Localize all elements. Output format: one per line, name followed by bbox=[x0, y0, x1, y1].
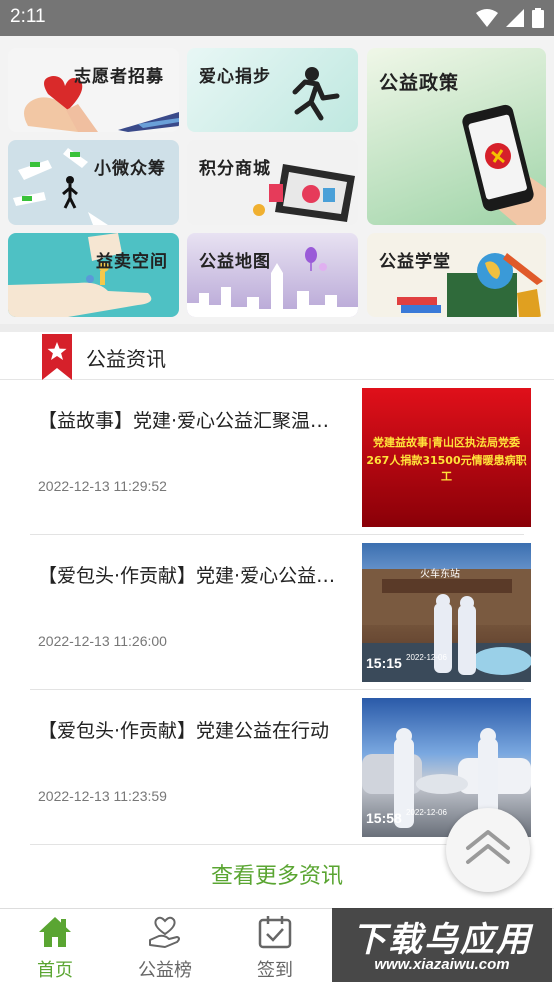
calendar-check-icon bbox=[258, 916, 292, 949]
tile-love-steps[interactable]: 爱心捐步 bbox=[187, 48, 358, 132]
nav-label-ranking: 公益榜 bbox=[138, 960, 192, 981]
nav-home[interactable]: 首页 bbox=[0, 909, 110, 986]
tile-charity-school[interactable]: 公益学堂 bbox=[367, 233, 546, 317]
status-bar: 2:11 bbox=[0, 0, 554, 36]
bookmark-star-icon bbox=[42, 334, 72, 380]
tile-label-volunteer: 志愿者招募 bbox=[74, 67, 164, 87]
news-time: 2022-12-13 11:26:00 bbox=[38, 633, 167, 649]
heart-hand-icon bbox=[149, 916, 180, 948]
divider-band bbox=[0, 324, 554, 332]
thumb-caption-line: 党建益故事|青山区执法局党委 bbox=[372, 436, 521, 449]
news-section-header: 公益资讯 bbox=[0, 332, 554, 380]
volunteer-hearts-icon bbox=[24, 76, 179, 132]
tile-label-charity-sale: 益卖空间 bbox=[96, 252, 168, 272]
news-section-title: 公益资讯 bbox=[86, 347, 166, 371]
status-icons bbox=[476, 8, 544, 28]
shopping-laptop-icon bbox=[253, 164, 355, 222]
tile-policy[interactable]: 公益政策 bbox=[367, 48, 546, 225]
wifi-icon bbox=[476, 9, 498, 27]
news-title: 【爱包头·作贡献】党建·爱心公益在行动 bbox=[38, 565, 338, 587]
tile-points-mall[interactable]: 积分商城 bbox=[187, 140, 358, 225]
tile-label-crowdfunding: 小微众筹 bbox=[94, 159, 166, 179]
news-item[interactable]: 【益故事】党建·爱心公益汇聚温暖力量 2022-12-13 11:29:52 党… bbox=[30, 380, 531, 535]
battery-icon bbox=[532, 8, 544, 28]
nav-checkin[interactable]: 签到 bbox=[220, 909, 330, 986]
thumb-clock-text: 15:15 bbox=[366, 655, 402, 671]
news-time: 2022-12-13 11:29:52 bbox=[38, 478, 167, 494]
news-thumbnail: 火车东站 15:15 2022-12-06 bbox=[362, 543, 531, 682]
news-title: 【益故事】党建·爱心公益汇聚温暖力量 bbox=[38, 410, 338, 432]
thumb-date-text: 2022-12-06 bbox=[406, 653, 447, 662]
watermark: 下载乌应用 www.xiazaiwu.com bbox=[332, 908, 552, 982]
tile-label-charity-map: 公益地图 bbox=[199, 252, 271, 272]
news-thumbnail: 党建益故事|青山区执法局党委 267人捐款31500元情暖患病职工 bbox=[362, 388, 531, 527]
tile-crowdfunding[interactable]: 小微众筹 bbox=[8, 140, 179, 225]
home-icon bbox=[39, 917, 71, 947]
nav-ranking[interactable]: 公益榜 bbox=[110, 909, 220, 986]
news-title: 【爱包头·作贡献】党建公益在行动 bbox=[38, 720, 330, 742]
watermark-main: 下载乌应用 bbox=[352, 920, 532, 960]
tile-label-points-mall: 积分商城 bbox=[199, 159, 271, 179]
thumb-caption-line: 267人捐款31500元情暖患病职工 bbox=[366, 454, 527, 483]
status-time: 2:11 bbox=[10, 6, 46, 27]
tile-label-charity-school: 公益学堂 bbox=[379, 252, 451, 272]
hand-keys-icon bbox=[8, 233, 152, 317]
nav-label-checkin: 签到 bbox=[257, 960, 293, 981]
thumb-date-text: 2022-12-06 bbox=[406, 808, 447, 817]
watermark-sub: www.xiazaiwu.com bbox=[374, 956, 510, 973]
news-item[interactable]: 【爱包头·作贡献】党建·爱心公益在行动 2022-12-13 11:26:00 … bbox=[30, 535, 531, 690]
thumb-clock-text: 15:58 bbox=[366, 810, 402, 826]
tile-charity-map[interactable]: 公益地图 bbox=[187, 233, 358, 317]
hands-coins-icon bbox=[13, 148, 108, 225]
signal-icon bbox=[506, 9, 524, 27]
city-skyline-icon bbox=[187, 247, 358, 317]
double-chevron-up-icon bbox=[466, 830, 510, 864]
runner-icon bbox=[292, 67, 340, 121]
nav-label-home: 首页 bbox=[37, 960, 73, 981]
tile-label-policy: 公益政策 bbox=[379, 72, 460, 94]
back-to-top-button[interactable] bbox=[446, 808, 530, 892]
tile-label-love-steps: 爱心捐步 bbox=[199, 67, 271, 87]
globe-books-icon bbox=[397, 253, 543, 317]
thumb-sign-text: 火车东站 bbox=[420, 569, 460, 580]
feature-tiles: 志愿者招募 爱心捐步 公益政策 小微众筹 积分商城 益卖空间 公益地图 公益学堂 bbox=[0, 36, 554, 324]
tile-volunteer[interactable]: 志愿者招募 bbox=[8, 48, 179, 132]
tile-charity-sale[interactable]: 益卖空间 bbox=[8, 233, 179, 317]
news-time: 2022-12-13 11:23:59 bbox=[38, 788, 167, 804]
